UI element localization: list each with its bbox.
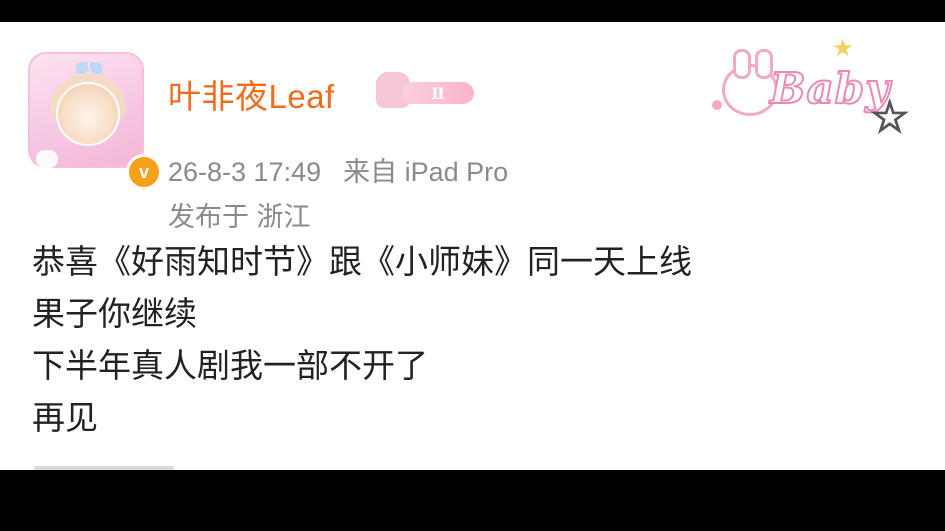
post-line: 下半年真人剧我一部不开了 <box>32 346 428 385</box>
baby-decoration: Baby ★ ☆ <box>712 34 917 144</box>
v-verified-icon: v <box>138 162 149 182</box>
avatar[interactable]: v <box>28 52 162 192</box>
rank-pill: Ⅱ <box>402 82 474 104</box>
post-line: 果子你继续 <box>32 294 197 333</box>
post-source: 来自 iPad Pro <box>343 157 509 187</box>
username[interactable]: 叶非夜Leaf <box>168 70 335 118</box>
verified-badge: v <box>126 154 162 190</box>
post-timestamp: 26-8-3 17:49 <box>168 157 322 187</box>
avatar-frame <box>28 52 144 168</box>
paw-icon <box>36 150 58 168</box>
avatar-face <box>56 82 120 146</box>
star-outline-icon: ☆ <box>869 91 910 144</box>
dot-icon <box>712 100 722 110</box>
post-content: 恭喜《好雨知时节》跟《小师妹》同一天上线 果子你继续 下半年真人剧我一部不开了 … <box>32 236 692 444</box>
post-line: 恭喜《好雨知时节》跟《小师妹》同一天上线 <box>32 242 692 281</box>
user-rank-badge[interactable]: Ⅱ <box>374 72 476 108</box>
weibo-post-card: v 叶非夜Leaf Ⅱ 26-8-3 17:49 来自 iPad Pro 发布于 … <box>0 22 945 470</box>
star-icon: ★ <box>832 34 854 62</box>
post-line: 再见 <box>32 398 98 437</box>
rank-label: Ⅱ <box>431 83 445 103</box>
post-location: 发布于 浙江 <box>168 202 311 232</box>
post-meta: 26-8-3 17:49 来自 iPad Pro <box>168 150 508 189</box>
next-element-edge <box>34 466 174 470</box>
